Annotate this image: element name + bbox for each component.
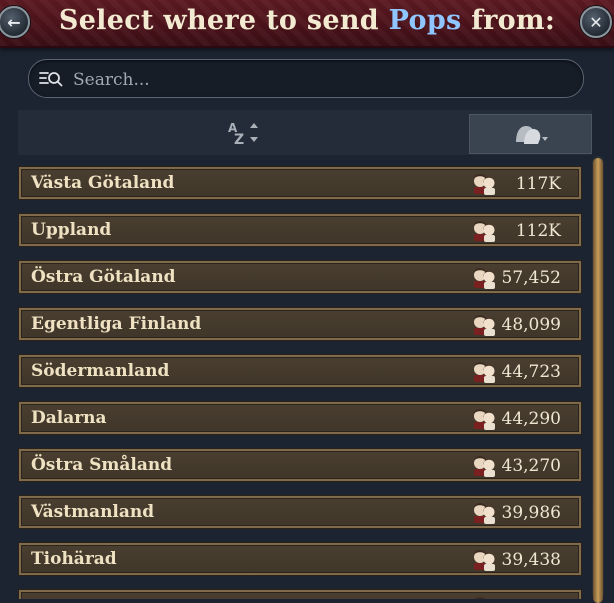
title-prefix: Select where to send [58,5,389,36]
location-name: Tiohärad [31,549,117,569]
population-value: 44,723 [501,362,561,382]
pops-icon [474,550,495,571]
search-box[interactable] [28,59,584,99]
pops-icon [474,362,495,383]
page-title: Select where to send Pops from: [0,5,614,36]
location-name: Västa Götaland [31,173,175,193]
pops-icon [474,456,495,477]
sort-bar: A Z [18,110,592,155]
list-item[interactable]: Västmanland 39,986 [18,495,582,529]
list-item[interactable] [18,589,582,599]
location-name: Östra Götaland [31,267,176,287]
scrollbar-thumb[interactable] [593,158,603,603]
pops-icon [474,503,495,524]
population-sort-icon [515,126,548,144]
pops-icon [474,174,495,195]
list-item[interactable]: Södermanland 44,723 [18,354,582,388]
population-value: 112K [515,221,561,241]
filter-search-icon [39,72,63,87]
pops-icon [474,268,495,289]
population-value: 43,270 [501,456,561,476]
list-item[interactable]: Uppland 112K [18,213,582,247]
location-name: Östra Småland [31,455,173,475]
title-suffix: from: [461,5,556,36]
list-item[interactable]: Egentliga Finland 48,099 [18,307,582,341]
close-icon: ✕ [589,12,603,32]
list-item[interactable]: Tiohärad 39,438 [18,542,582,576]
location-list: Västa Götaland 117K Uppland 112K Östra G… [18,162,584,599]
population-value: 39,986 [501,503,561,523]
location-name: Södermanland [31,361,170,381]
title-accent: Pops [388,5,462,36]
title-bar: ← Select where to send Pops from: ✕ [0,0,614,48]
pops-icon [475,597,485,599]
list-item[interactable]: Östra Småland 43,270 [18,448,582,482]
svg-text:Z: Z [234,132,244,146]
list-item[interactable]: Västa Götaland 117K [18,166,582,200]
search-input[interactable] [71,60,565,99]
list-item[interactable]: Östra Götaland 57,452 [18,260,582,294]
close-button[interactable]: ✕ [580,6,612,38]
location-name: Västmanland [31,502,155,522]
population-value: 48,099 [501,315,561,335]
population-value: 117K [515,174,561,194]
population-value: 39,438 [501,550,561,570]
pops-icon [474,221,495,242]
pops-icon [474,315,495,336]
sort-az-icon: A Z [228,121,258,148]
location-name: Egentliga Finland [31,314,202,334]
population-value: 57,452 [501,268,561,288]
location-name: Uppland [31,220,112,240]
list-item[interactable]: Dalarna 44,290 [18,401,582,435]
pops-icon [474,409,495,430]
sort-alphabetical-button[interactable]: A Z [226,120,264,148]
sort-population-button[interactable] [469,114,592,154]
population-value: 44,290 [501,409,561,429]
location-name: Dalarna [31,408,107,428]
list-scrollbar[interactable] [592,156,604,603]
